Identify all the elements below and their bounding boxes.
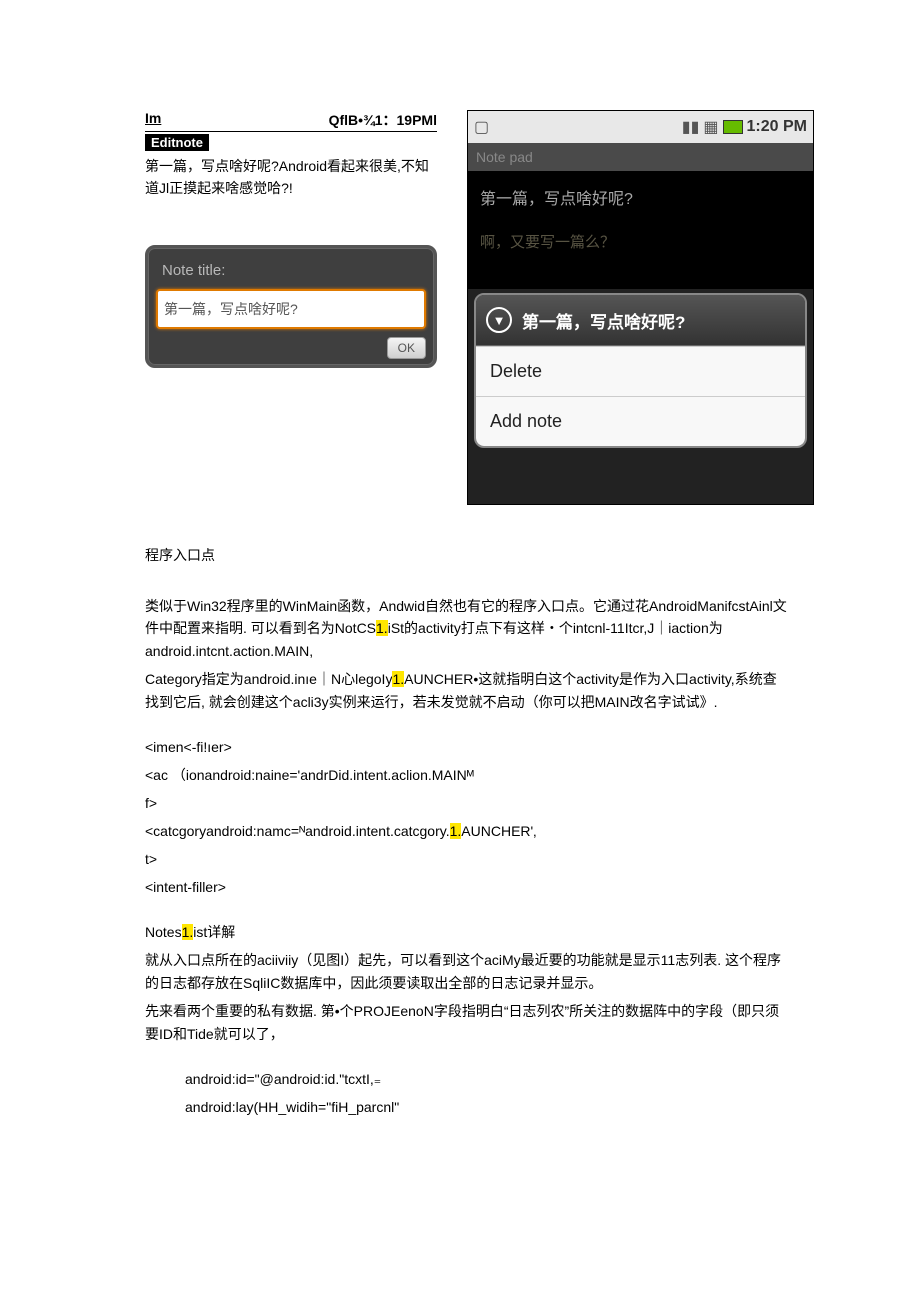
highlight-2: 1. <box>392 671 404 687</box>
note-line1: 第一篇，写点啥好呢? <box>480 185 803 209</box>
addnote-menu-item[interactable]: Add note <box>476 396 805 446</box>
highlight-4: 1. <box>182 924 194 940</box>
header-right-text: QflB•¾1：19PMl <box>329 110 437 130</box>
status-time: 1:20 PM <box>747 118 807 136</box>
code-line-4: <catcgoryandroid:namc=ᴺandroid.intent.ca… <box>145 817 790 845</box>
code-block-1: <imen<-fi!ıer> <ac （ionandroid:naine='an… <box>145 733 790 901</box>
phone-bottom-space <box>468 454 813 504</box>
status-bar: ▢ ▮▮ ▦ 1:20 PM <box>468 111 813 143</box>
section1-title: 程序入口点 <box>145 545 790 565</box>
paragraph-3: 先来看两个重要的私有数据. 第•个PROJEenoN字段指明白“日志列农”所关注… <box>145 1000 790 1045</box>
signal-icon: ▮▮ <box>682 117 700 137</box>
highlight-1: 1. <box>376 620 388 636</box>
code-line-7: android:id="@android:id."tcxtI,₌ <box>185 1065 790 1093</box>
ok-button[interactable]: OK <box>387 337 426 359</box>
code-line-5: t> <box>145 845 790 873</box>
code-block-2: android:id="@android:id."tcxtI,₌ android… <box>145 1065 790 1121</box>
paragraph-1: 类似于Win32程序里的WinMain函数，Andwid自然也有它的程序入口点。… <box>145 595 790 662</box>
left-paragraph: 第一篇，写点啥好呢?Android看起来很美,不知道Jl正摸起来啥感觉哈?! <box>145 155 437 200</box>
left-header: Im QflB•¾1：19PMl <box>145 110 437 132</box>
section2-title: Notes1.ist详解 <box>145 921 790 943</box>
note-line2: 啊，又要写一篇么？ <box>480 231 803 252</box>
highlight-3: 1. <box>450 823 462 839</box>
delete-menu-item[interactable]: Delete <box>476 346 805 396</box>
phone-title: Note pad <box>468 143 813 171</box>
note-title-label: Note title: <box>162 262 426 279</box>
context-menu-header: ▼ 第一篇，写点啥好呢? <box>476 295 805 346</box>
code-line-8: android:lay(HH_widih="fiH_parcnl" <box>185 1093 790 1121</box>
editnote-label: Editnote <box>145 134 209 151</box>
paragraph-1b: Category指定为android.inıe｜N心legoIy1.AUNCHE… <box>145 668 790 713</box>
note-content: 第一篇，写点啥好呢? 啊，又要写一篇么？ <box>468 171 813 289</box>
code-line-6: <intent-filler> <box>145 873 790 901</box>
phone-screenshot: ▢ ▮▮ ▦ 1:20 PM Note pad 第一篇，写点啥好呢? 啊，又要写… <box>467 110 814 505</box>
paragraph-2: 就从入口点所在的aciiviiy（见图I）起先，可以看到这个aciMy最近要的功… <box>145 949 790 994</box>
network-icon: ▦ <box>703 117 718 137</box>
down-arrow-icon: ▼ <box>486 307 512 333</box>
note-title-dialog: Note title: 第一篇，写点啥好呢? OK <box>145 245 437 368</box>
note-title-input[interactable]: 第一篇，写点啥好呢? <box>156 289 426 329</box>
app-icon: ▢ <box>474 117 489 137</box>
code-line-3: f> <box>145 789 790 817</box>
code-line-2: <ac （ionandroid:naine='andrDid.intent.ac… <box>145 761 790 789</box>
context-menu: ▼ 第一篇，写点啥好呢? Delete Add note <box>474 293 807 448</box>
header-left-text: Im <box>145 110 161 130</box>
code-line-1: <imen<-fi!ıer> <box>145 733 790 761</box>
battery-icon <box>723 120 743 134</box>
context-menu-title: 第一篇，写点啥好呢? <box>522 308 685 333</box>
